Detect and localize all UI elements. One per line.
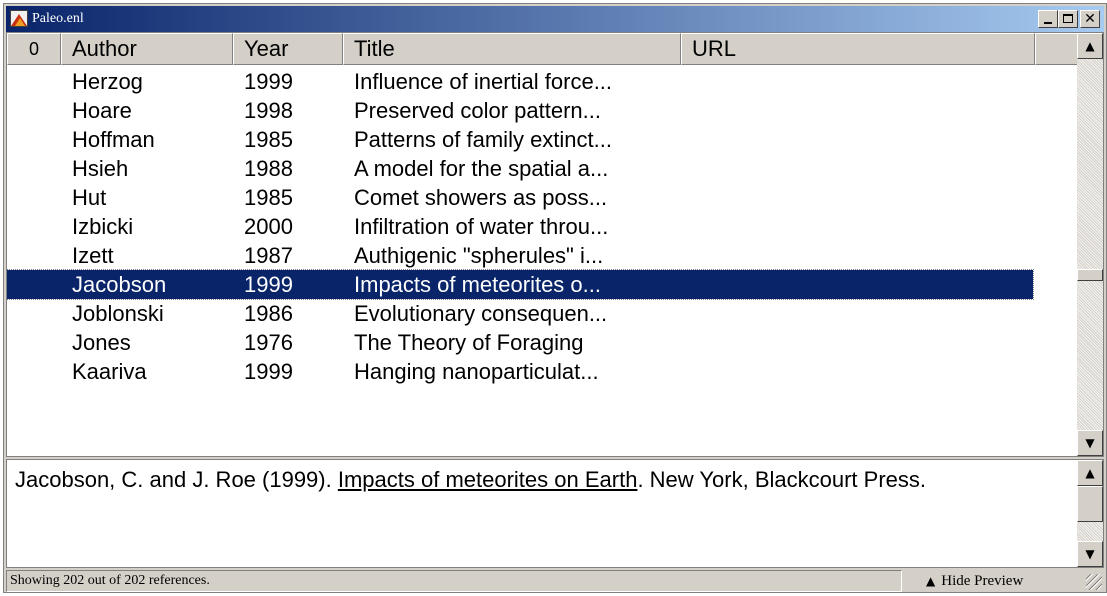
scroll-thumb[interactable] [1077,269,1103,281]
column-header-row: 0 Author Year Title URL [7,33,1079,65]
reference-row[interactable]: Kaariva 1999 Hanging nanoparticulat... [7,357,1033,386]
maximize-button[interactable] [1058,10,1078,28]
reference-row[interactable]: Izbicki 2000 Infiltration of water throu… [7,212,1033,241]
reference-author: Hoare [72,98,132,123]
reference-title: Infiltration of water throu... [354,214,609,239]
reference-year: 1998 [244,98,293,123]
reference-year: 1999 [244,69,293,94]
column-header-year[interactable]: Year [233,33,343,65]
resize-grip-icon[interactable] [1086,574,1102,590]
reference-title: The Theory of Foraging [354,330,584,355]
preview-vertical-scrollbar[interactable]: ▲ ▼ [1077,460,1103,567]
preview-scroll-thumb[interactable] [1077,486,1103,522]
reference-author: Jones [72,330,131,355]
column-header-author[interactable]: Author [61,33,233,65]
reference-author: Hut [72,185,107,210]
reference-row[interactable]: Joblonski 1986 Evolutionary consequen... [7,299,1033,328]
preview-publisher: . New York, Blackcourt Press. [637,467,926,492]
paperclip-icon: 0 [28,39,39,59]
reference-row[interactable]: Hut 1985 Comet showers as poss... [7,183,1033,212]
reference-title: Authigenic "spherules" i... [354,243,604,268]
preview-scroll-down-button[interactable]: ▼ [1077,541,1103,567]
reference-author: Izbicki [72,214,134,239]
column-header-empty [1035,33,1079,65]
endnote-library-window: Paleo.enl ✕ 0 Author Year Title URL Herz… [3,3,1107,593]
reference-author: Hoffman [72,127,155,152]
collapse-up-icon: ▲ [926,574,936,588]
preview-scroll-up-button[interactable]: ▲ [1077,460,1103,486]
column-header-title[interactable]: Title [343,33,681,65]
reference-row[interactable]: Izett 1987 Authigenic "spherules" i... [7,241,1033,270]
down-arrow-icon: ▼ [1085,436,1095,450]
title-bar[interactable]: Paleo.enl ✕ [6,6,1104,32]
reference-row-selected[interactable]: Jacobson 1999 Impacts of meteorites o... [7,269,1034,300]
reference-year: 1986 [244,301,293,326]
reference-title: Impacts of meteorites o... [354,272,601,297]
reference-rows: Herzog 1999 Influence of inertial force.… [7,67,1079,455]
reference-title: Evolutionary consequen... [354,301,608,326]
column-header-url[interactable]: URL [681,33,1035,65]
reference-row[interactable]: Hoffman 1985 Patterns of family extinct.… [7,125,1033,154]
window-title: Paleo.enl [32,11,84,26]
preview-authors: Jacobson, C. and J. Roe (1999). [15,467,338,492]
reference-year: 1999 [244,272,293,297]
reference-year: 1985 [244,185,293,210]
reference-row[interactable]: Hsieh 1988 A model for the spatial a... [7,154,1033,183]
reference-row[interactable]: Herzog 1999 Influence of inertial force.… [7,67,1033,96]
reference-title: Comet showers as poss... [354,185,608,210]
preview-pane[interactable]: Jacobson, C. and J. Roe (1999). Impacts … [6,459,1104,568]
reference-year: 1987 [244,243,293,268]
reference-author: Joblonski [72,301,164,326]
reference-year: 1985 [244,127,293,152]
reference-year: 1976 [244,330,293,355]
close-button[interactable]: ✕ [1080,10,1100,28]
list-vertical-scrollbar[interactable]: ▲ ▼ [1077,33,1103,456]
scroll-down-button[interactable]: ▼ [1077,430,1103,456]
reference-title: A model for the spatial a... [354,156,609,181]
close-icon: ✕ [1084,11,1096,27]
reference-author: Jacobson [72,272,167,297]
reference-title: Patterns of family extinct... [354,127,612,152]
maximize-icon [1063,14,1073,23]
reference-title: Hanging nanoparticulat... [354,359,599,384]
endnote-library-icon [10,10,28,27]
reference-author: Hsieh [72,156,129,181]
minimize-icon [1044,22,1052,24]
reference-year: 1988 [244,156,293,181]
up-arrow-icon: ▲ [1085,39,1095,53]
reference-list[interactable]: 0 Author Year Title URL Herzog 1999 Infl… [6,32,1104,457]
reference-title: Influence of inertial force... [354,69,613,94]
down-arrow-icon: ▼ [1085,547,1095,561]
up-arrow-icon: ▲ [1085,466,1095,480]
reference-title: Preserved color pattern... [354,98,602,123]
reference-year: 1999 [244,359,293,384]
reference-author: Kaariva [72,359,147,384]
preview-title: Impacts of meteorites on Earth [337,467,638,492]
status-text: Showing 202 out of 202 references. [6,570,902,592]
hide-preview-label: Hide Preview [941,573,1024,589]
reference-preview: Jacobson, C. and J. Roe (1999). Impacts … [15,466,1103,494]
scroll-up-button[interactable]: ▲ [1077,33,1103,59]
reference-author: Izett [72,243,114,268]
reference-row[interactable]: Jones 1976 The Theory of Foraging [7,328,1033,357]
reference-year: 2000 [244,214,293,239]
minimize-button[interactable] [1038,10,1058,28]
column-header-attachment[interactable]: 0 [7,33,61,65]
hide-preview-button[interactable]: ▲ Hide Preview [926,570,1023,592]
reference-author: Herzog [72,69,143,94]
status-bar: Showing 202 out of 202 references. ▲ Hide… [6,570,1104,592]
reference-row[interactable]: Hoare 1998 Preserved color pattern... [7,96,1033,125]
